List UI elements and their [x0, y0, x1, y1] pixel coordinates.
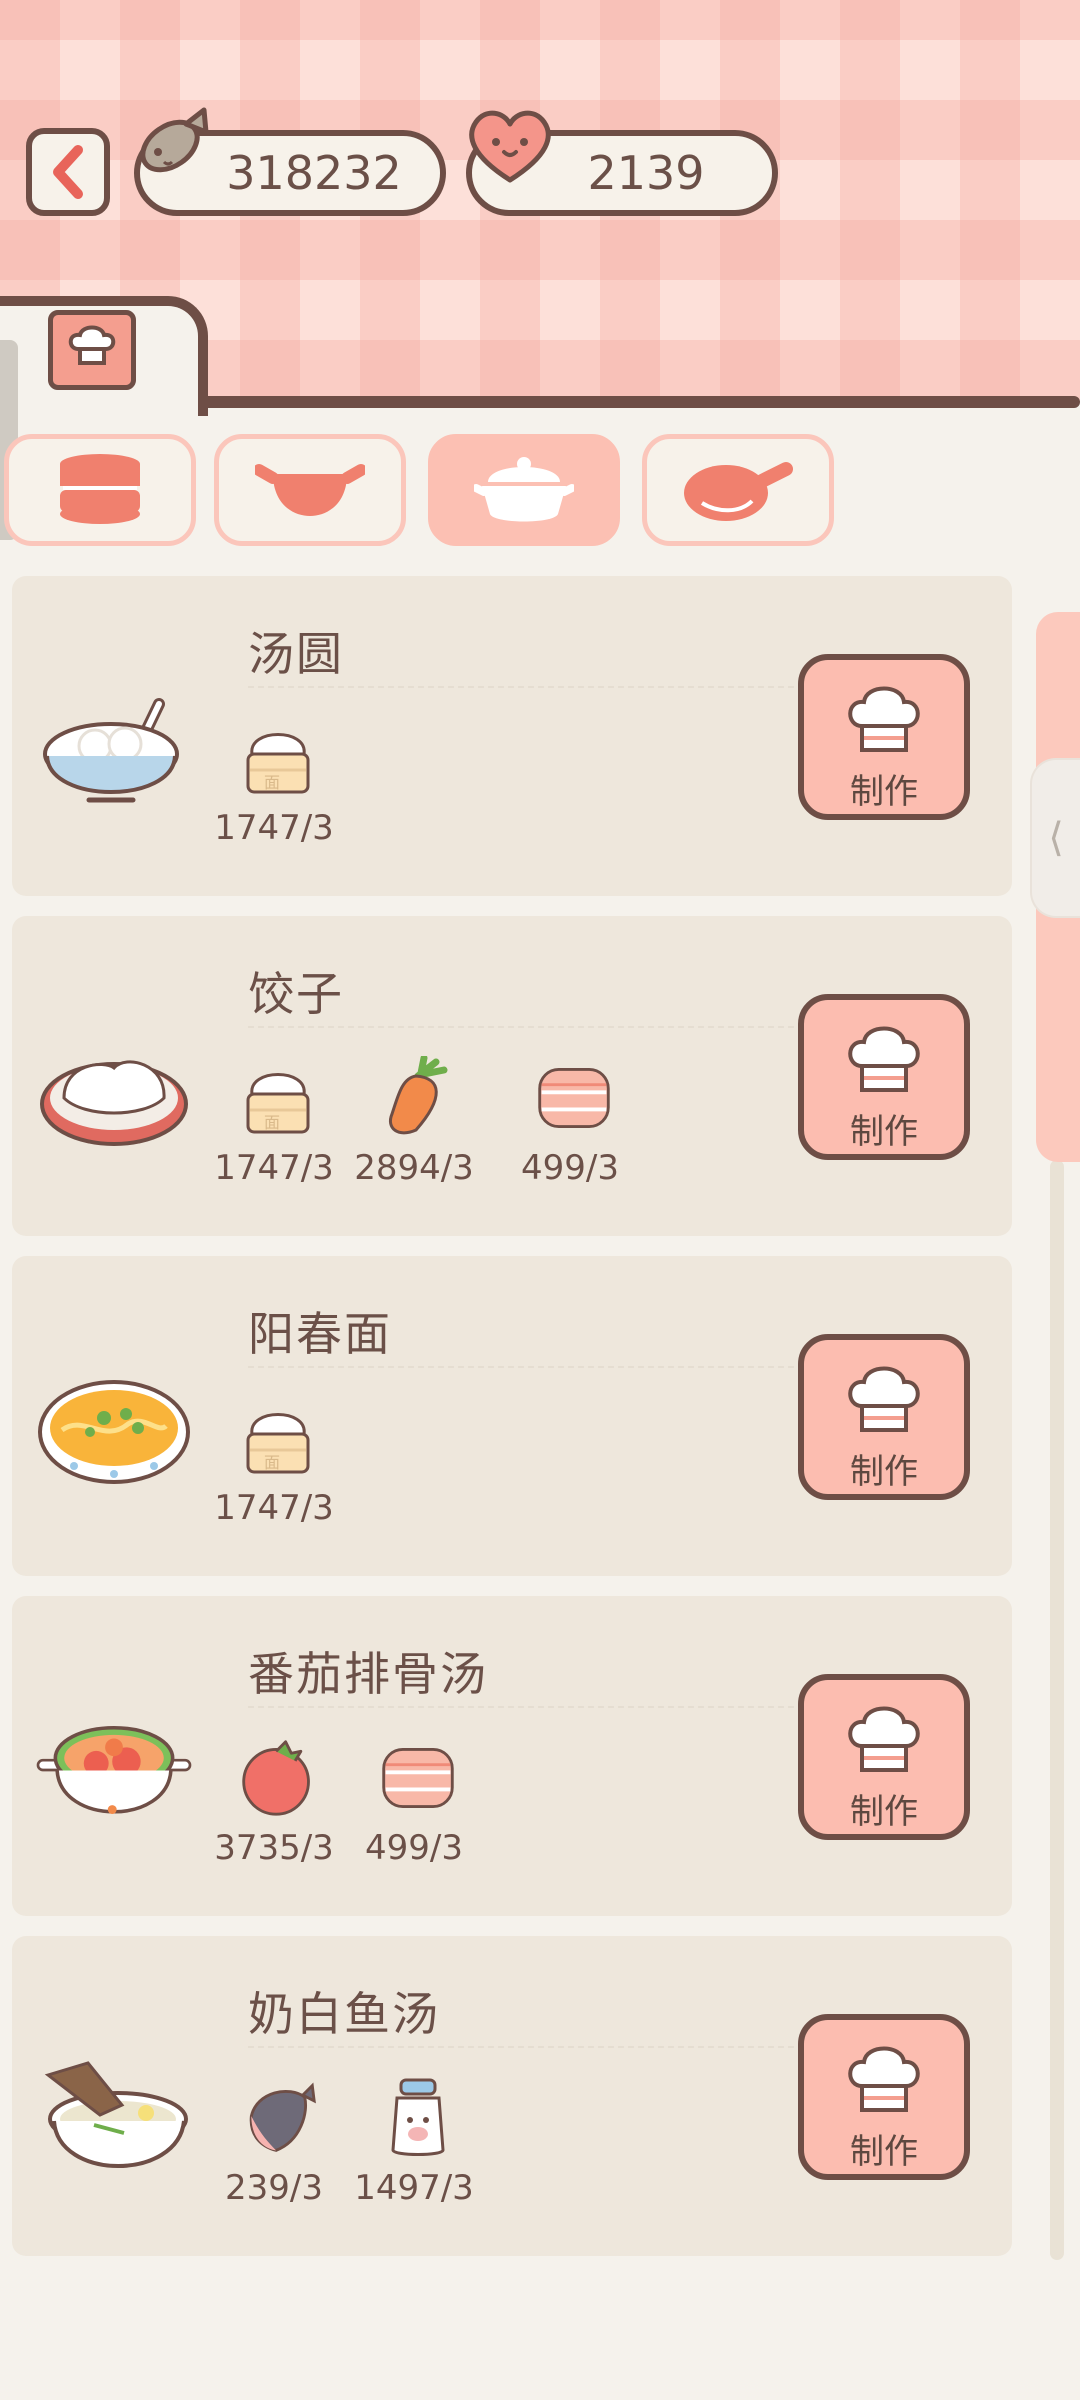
milk-bottle-icon — [378, 2076, 458, 2160]
make-button-label: 制作 — [850, 1452, 918, 1492]
recipe-name: 奶白鱼汤 — [248, 1987, 440, 2041]
make-button[interactable]: 制作 — [798, 1334, 970, 1500]
ingredient-item: 3735/3 — [204, 1736, 344, 1868]
ingredient-item: 面 1747/3 — [204, 1056, 344, 1188]
recipe-card: 汤圆面 1747/3 制作 — [12, 576, 1012, 896]
ingredient-item: 1497/3 — [344, 2076, 484, 2208]
subtab-wok[interactable] — [214, 434, 406, 546]
chef-hat-icon — [848, 1366, 920, 1432]
scroll-track[interactable] — [1050, 1160, 1064, 2260]
tab-divider-line — [200, 396, 1080, 408]
title-underline — [248, 1706, 808, 1708]
recipe-card: 饺子面 1747/3 2894/3 499/3 制作 — [12, 916, 1012, 1236]
make-button[interactable]: 制作 — [798, 2014, 970, 2180]
make-button-label: 制作 — [850, 1792, 918, 1832]
svg-text:面: 面 — [264, 1113, 280, 1132]
make-button-label: 制作 — [850, 1112, 918, 1152]
wok-icon — [255, 464, 365, 516]
meat-icon — [378, 1736, 458, 1820]
ingredient-count: 499/3 — [365, 1828, 463, 1868]
chef-book-icon — [48, 310, 136, 390]
fish-coin-icon — [140, 107, 209, 173]
ingredient-item: 499/3 — [500, 1056, 640, 1188]
recipe-name: 汤圆 — [248, 627, 344, 681]
title-underline — [248, 686, 808, 688]
tomato-soup-pot-icon — [34, 1704, 194, 1844]
recipe-name: 阳春面 — [248, 1307, 392, 1361]
back-button[interactable] — [26, 128, 110, 216]
subtab-steamer[interactable] — [4, 434, 196, 546]
recipe-name: 番茄排骨汤 — [248, 1647, 488, 1701]
svg-text:面: 面 — [264, 773, 280, 792]
make-button-label: 制作 — [850, 2132, 918, 2172]
flour-icon: 面 — [238, 1396, 318, 1480]
carrot-icon — [378, 1056, 458, 1140]
ingredient-count: 1747/3 — [214, 1488, 334, 1528]
chef-hat-icon — [848, 1026, 920, 1092]
meat-icon — [534, 1056, 614, 1140]
tomato-icon — [238, 1736, 318, 1820]
heart-amount: 2139 — [587, 146, 705, 200]
frying-pan-icon — [684, 462, 793, 521]
flour-icon: 面 — [238, 1056, 318, 1140]
recipe-card: 奶白鱼汤 239/3 1497/3 制作 — [12, 1936, 1012, 2256]
ingredient-item: 239/3 — [204, 2076, 344, 2208]
title-underline — [248, 2046, 808, 2048]
ingredient-item: 2894/3 — [344, 1056, 484, 1188]
ingredient-item: 499/3 — [344, 1736, 484, 1868]
dumpling-plate-icon — [34, 1024, 194, 1164]
recipe-card: 阳春面面 1747/3 制作 — [12, 1256, 1012, 1576]
ingredient-item: 面 1747/3 — [204, 716, 344, 848]
steamer-stack-icon — [60, 454, 140, 524]
make-button[interactable]: 制作 — [798, 994, 970, 1160]
back-arrow-icon — [53, 145, 83, 199]
make-button-label: 制作 — [850, 772, 918, 812]
subtab-frying-pan[interactable] — [642, 434, 834, 546]
ingredient-item: 面 1747/3 — [204, 1396, 344, 1528]
fish-icon — [238, 2076, 318, 2160]
recipe-name: 饺子 — [248, 967, 344, 1021]
side-drawer-handle[interactable]: ⟨ — [1032, 760, 1080, 916]
title-underline — [248, 1026, 808, 1028]
recipe-card: 番茄排骨汤 3735/3 499/3 制作 — [12, 1596, 1012, 1916]
chef-hat-icon — [848, 1706, 920, 1772]
ingredient-count: 1747/3 — [214, 808, 334, 848]
tangyuan-bowl-icon — [34, 684, 194, 824]
fish-soup-bowl-icon — [34, 2044, 194, 2184]
chevron-left-icon: ⟨ — [1048, 815, 1064, 861]
flour-icon: 面 — [238, 716, 318, 800]
heart-icon — [469, 110, 551, 183]
make-button[interactable]: 制作 — [798, 654, 970, 820]
ingredient-count: 1497/3 — [354, 2168, 474, 2208]
chef-hat-icon — [848, 686, 920, 752]
chef-hat-icon — [848, 2046, 920, 2112]
ingredient-count: 2894/3 — [354, 1148, 474, 1188]
pot-icon — [474, 457, 574, 522]
noodle-bowl-icon — [34, 1364, 194, 1504]
ingredient-count: 499/3 — [521, 1148, 619, 1188]
make-button[interactable]: 制作 — [798, 1674, 970, 1840]
title-underline — [248, 1366, 808, 1368]
subtab-pot[interactable] — [428, 434, 620, 546]
svg-text:面: 面 — [264, 1453, 280, 1472]
